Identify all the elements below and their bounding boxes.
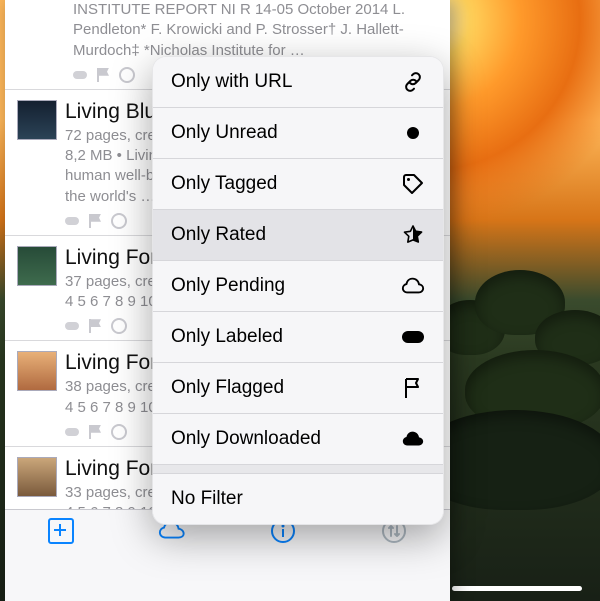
filter-only-rated[interactable]: Only Rated: [153, 210, 443, 261]
menu-label: Only with URL: [171, 71, 292, 93]
thumbnail: [17, 100, 57, 140]
blank-icon: [401, 487, 425, 511]
menu-label: Only Rated: [171, 224, 266, 246]
star-half-icon: [401, 223, 425, 247]
label-pill-icon: [65, 322, 79, 330]
menu-separator: [153, 465, 443, 474]
filter-only-downloaded[interactable]: Only Downloaded: [153, 414, 443, 465]
flag-icon: [89, 425, 101, 439]
flag-icon: [89, 319, 101, 333]
item-meta: INSTITUTE REPORT NI R 14-05 October 2014…: [73, 0, 438, 61]
thumbnail: [17, 351, 57, 391]
thumbnail: [17, 457, 57, 497]
plus-box-icon: [48, 518, 74, 544]
home-indicator: [452, 586, 582, 591]
flag-outline-icon: [401, 376, 425, 400]
filter-only-unread[interactable]: Only Unread: [153, 108, 443, 159]
cloud-outline-icon: [401, 274, 425, 298]
label-pill-icon: [65, 428, 79, 436]
menu-label: Only Downloaded: [171, 428, 321, 450]
label-pill-icon: [401, 325, 425, 349]
menu-label: Only Tagged: [171, 173, 277, 195]
status-circle-icon: [119, 67, 135, 83]
flag-icon: [97, 68, 109, 82]
menu-label: Only Pending: [171, 275, 285, 297]
menu-label: Only Flagged: [171, 377, 284, 399]
cloud-filled-icon: [401, 427, 425, 451]
flag-icon: [89, 214, 101, 228]
filter-only-with-url[interactable]: Only with URL: [153, 57, 443, 108]
status-circle-icon: [111, 318, 127, 334]
add-button[interactable]: [47, 517, 75, 545]
label-pill-icon: [73, 71, 87, 79]
filter-only-pending[interactable]: Only Pending: [153, 261, 443, 312]
menu-label: Only Labeled: [171, 326, 283, 348]
tag-icon: [401, 172, 425, 196]
filter-no-filter[interactable]: No Filter: [153, 474, 443, 524]
menu-label: No Filter: [171, 488, 243, 510]
status-circle-icon: [111, 424, 127, 440]
label-pill-icon: [65, 217, 79, 225]
filter-only-labeled[interactable]: Only Labeled: [153, 312, 443, 363]
filter-only-flagged[interactable]: Only Flagged: [153, 363, 443, 414]
filter-popover: Only with URL Only Unread Only Tagged On…: [152, 56, 444, 525]
filter-only-tagged[interactable]: Only Tagged: [153, 159, 443, 210]
status-circle-icon: [111, 213, 127, 229]
toolbar-spacer: [5, 552, 450, 601]
menu-label: Only Unread: [171, 122, 278, 144]
link-icon: [401, 70, 425, 94]
thumbnail: [17, 246, 57, 286]
dot-filled-icon: [401, 121, 425, 145]
